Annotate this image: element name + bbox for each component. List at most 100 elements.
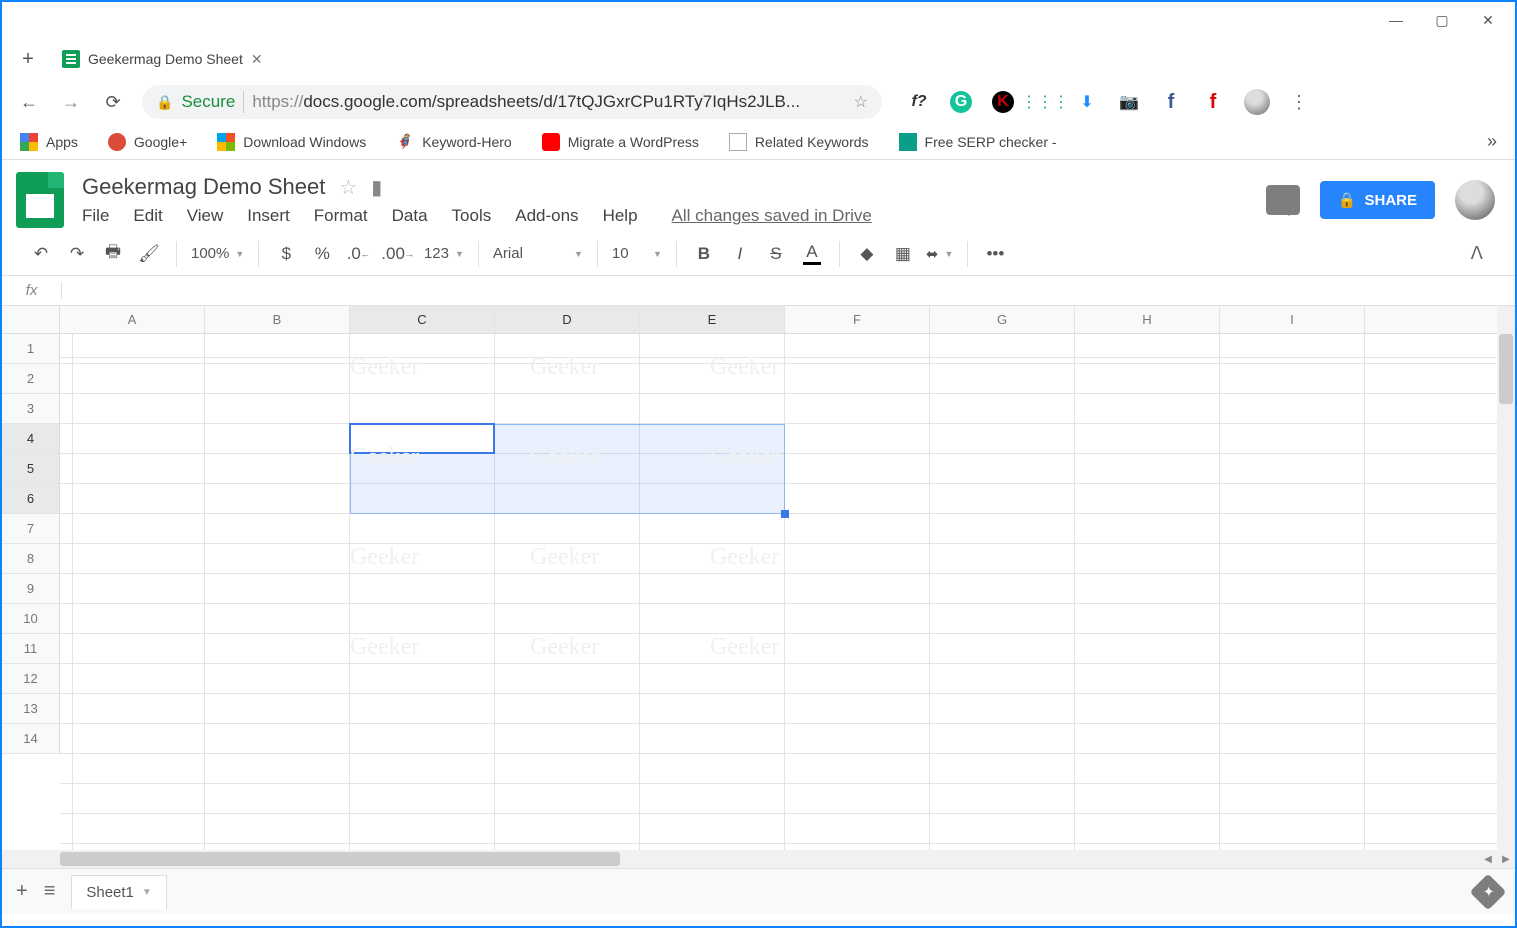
- decrease-decimal-button[interactable]: .0←: [345, 239, 371, 269]
- redo-button[interactable]: ↷: [64, 239, 90, 269]
- vertical-scrollbar[interactable]: [1497, 306, 1515, 850]
- explore-button[interactable]: ✦: [1470, 873, 1507, 910]
- bookmark-keyword-hero[interactable]: 🦸Keyword-Hero: [396, 133, 511, 151]
- row-header-12[interactable]: 12: [2, 664, 59, 694]
- bookmark-serp-checker[interactable]: Free SERP checker -: [899, 133, 1057, 151]
- scroll-left-button[interactable]: ◀: [1479, 850, 1497, 868]
- bookmark-download-windows[interactable]: Download Windows: [217, 133, 366, 151]
- row-header-14[interactable]: 14: [2, 724, 59, 754]
- text-color-button[interactable]: A: [799, 239, 825, 269]
- move-folder-button[interactable]: ▮: [371, 175, 382, 200]
- col-header-D[interactable]: D: [495, 306, 640, 333]
- print-button[interactable]: 🖶: [100, 239, 126, 269]
- ext-red-f-icon[interactable]: f: [1202, 91, 1224, 113]
- menu-view[interactable]: View: [187, 206, 224, 226]
- currency-button[interactable]: $: [273, 239, 299, 269]
- bookmark-related-keywords[interactable]: Related Keywords: [729, 133, 869, 151]
- col-header-G[interactable]: G: [930, 306, 1075, 333]
- zoom-dropdown[interactable]: 100%▼: [191, 245, 244, 262]
- vertical-scroll-thumb[interactable]: [1499, 334, 1513, 404]
- browser-forward-button[interactable]: →: [58, 89, 84, 115]
- browser-menu-button[interactable]: ⋮: [1290, 92, 1308, 113]
- fill-color-button[interactable]: ◆: [854, 239, 880, 269]
- bookmark-overflow-button[interactable]: »: [1487, 131, 1497, 152]
- browser-profile-avatar[interactable]: [1244, 89, 1270, 115]
- row-header-4[interactable]: 4: [2, 424, 59, 454]
- menu-file[interactable]: File: [82, 206, 109, 226]
- tab-close-button[interactable]: ✕: [251, 51, 263, 68]
- col-header-A[interactable]: A: [60, 306, 205, 333]
- window-minimize-button[interactable]: —: [1373, 4, 1419, 36]
- undo-button[interactable]: ↶: [28, 239, 54, 269]
- new-tab-button[interactable]: +: [12, 43, 44, 75]
- row-header-11[interactable]: 11: [2, 634, 59, 664]
- merge-cells-button[interactable]: ⬌▼: [926, 245, 954, 263]
- italic-button[interactable]: I: [727, 239, 753, 269]
- bookmark-googleplus[interactable]: Google+: [108, 133, 187, 151]
- col-header-H[interactable]: H: [1075, 306, 1220, 333]
- save-status[interactable]: All changes saved in Drive: [672, 206, 872, 226]
- col-header-B[interactable]: B: [205, 306, 350, 333]
- horizontal-scroll-thumb[interactable]: [60, 852, 620, 866]
- horizontal-scrollbar[interactable]: ◀ ▶: [2, 850, 1515, 868]
- menu-help[interactable]: Help: [603, 206, 638, 226]
- row-header-2[interactable]: 2: [2, 364, 59, 394]
- font-size-dropdown[interactable]: 10▼: [612, 245, 662, 262]
- col-header-C[interactable]: C: [350, 306, 495, 333]
- ext-grid-icon[interactable]: ⋮⋮⋮: [1034, 91, 1056, 113]
- col-header-I[interactable]: I: [1220, 306, 1365, 333]
- menu-tools[interactable]: Tools: [452, 206, 492, 226]
- doc-title[interactable]: Geekermag Demo Sheet: [82, 174, 325, 200]
- row-header-7[interactable]: 7: [2, 514, 59, 544]
- col-header-E[interactable]: E: [640, 306, 785, 333]
- menu-edit[interactable]: Edit: [133, 206, 162, 226]
- menu-insert[interactable]: Insert: [247, 206, 290, 226]
- row-header-13[interactable]: 13: [2, 694, 59, 724]
- browser-reload-button[interactable]: ⟳: [100, 89, 126, 115]
- row-header-9[interactable]: 9: [2, 574, 59, 604]
- active-cell[interactable]: [349, 423, 495, 454]
- font-family-dropdown[interactable]: Arial▼: [493, 245, 583, 262]
- star-button[interactable]: ☆: [339, 175, 357, 200]
- row-header-3[interactable]: 3: [2, 394, 59, 424]
- fill-handle[interactable]: [781, 510, 789, 518]
- ext-grammarly-icon[interactable]: G: [950, 91, 972, 113]
- ext-camera-icon[interactable]: 📷: [1118, 91, 1140, 113]
- ext-k-icon[interactable]: K: [992, 91, 1014, 113]
- collapse-toolbar-button[interactable]: ᐱ: [1471, 243, 1503, 264]
- row-header-8[interactable]: 8: [2, 544, 59, 574]
- more-toolbar-button[interactable]: •••: [982, 239, 1008, 269]
- borders-button[interactable]: ▦: [890, 239, 916, 269]
- menu-format[interactable]: Format: [314, 206, 368, 226]
- ext-download-icon[interactable]: ⬇: [1076, 91, 1098, 113]
- bold-button[interactable]: B: [691, 239, 717, 269]
- ext-facebook-icon[interactable]: f: [1160, 91, 1182, 113]
- col-header-F[interactable]: F: [785, 306, 930, 333]
- ext-whatfont-icon[interactable]: f?: [908, 91, 930, 113]
- sheet-tab[interactable]: Sheet1 ▼: [71, 875, 166, 909]
- row-header-1[interactable]: 1: [2, 334, 59, 364]
- row-header-6[interactable]: 6: [2, 484, 59, 514]
- sheets-logo-icon[interactable]: [16, 172, 64, 228]
- account-avatar[interactable]: [1455, 180, 1495, 220]
- window-close-button[interactable]: ✕: [1465, 4, 1511, 36]
- scroll-right-button[interactable]: ▶: [1497, 850, 1515, 868]
- sheet-tab-menu-icon[interactable]: ▼: [142, 887, 152, 898]
- menu-data[interactable]: Data: [392, 206, 428, 226]
- increase-decimal-button[interactable]: .00→: [381, 239, 414, 269]
- cells-area[interactable]: Geeker Geeker Geeker Geeker Geeker Geeke…: [60, 334, 1497, 850]
- browser-omnibox[interactable]: 🔒 Secure https://docs.google.com/spreads…: [142, 85, 882, 119]
- bookmark-apps[interactable]: Apps: [20, 133, 78, 151]
- browser-back-button[interactable]: ←: [16, 89, 42, 115]
- row-header-10[interactable]: 10: [2, 604, 59, 634]
- strikethrough-button[interactable]: S: [763, 239, 789, 269]
- select-all-corner[interactable]: [2, 306, 60, 333]
- add-sheet-button[interactable]: +: [16, 880, 28, 903]
- paint-format-button[interactable]: 🖌: [136, 239, 162, 269]
- all-sheets-button[interactable]: ≡: [44, 880, 56, 903]
- row-header-5[interactable]: 5: [2, 454, 59, 484]
- bookmark-migrate-wp[interactable]: Migrate a WordPress: [542, 133, 699, 151]
- number-format-dropdown[interactable]: 123▼: [424, 245, 464, 262]
- menu-addons[interactable]: Add-ons: [515, 206, 578, 226]
- comments-button[interactable]: [1266, 185, 1300, 215]
